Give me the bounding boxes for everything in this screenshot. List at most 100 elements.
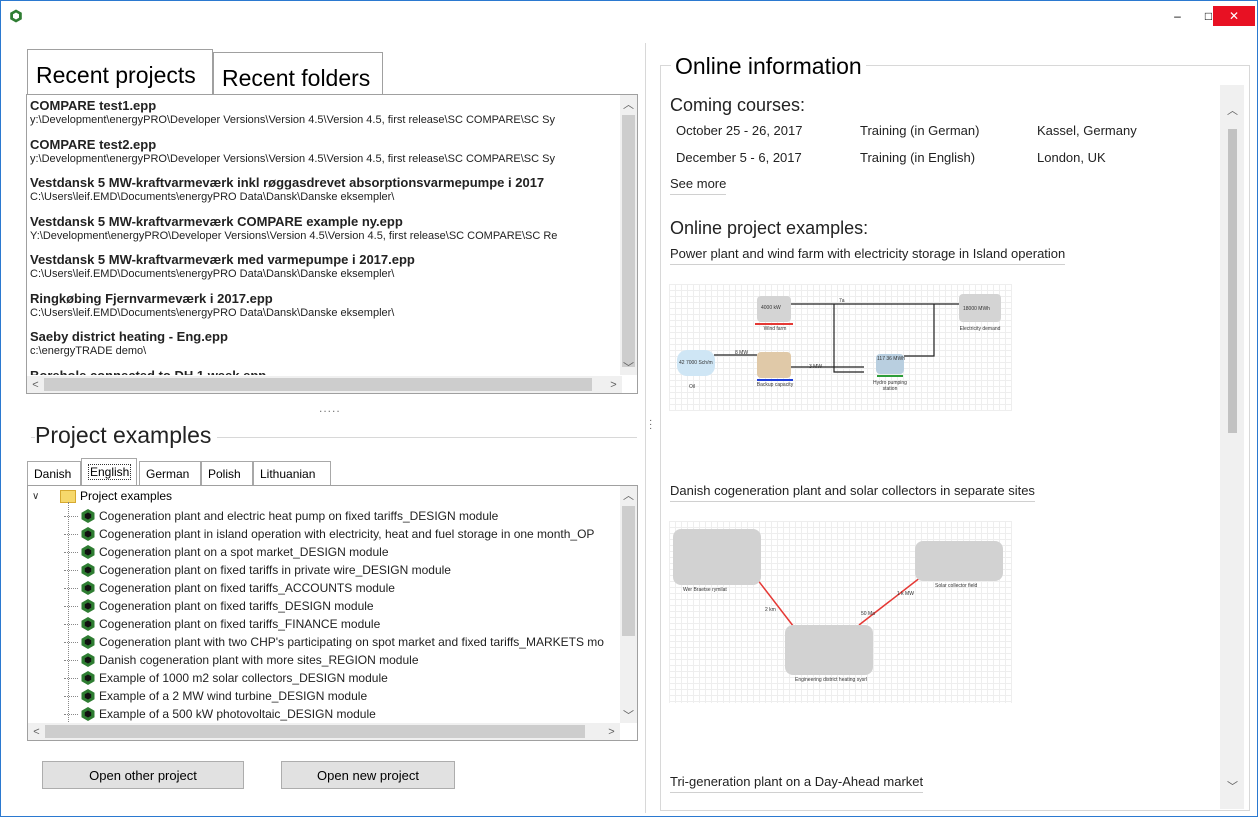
example-tree-item-label: Cogeneration plant and electric heat pum…	[99, 509, 499, 523]
district-heating-label: Engineering district heating sysrl	[795, 677, 867, 683]
energypro-file-icon	[81, 581, 95, 595]
energypro-file-icon	[81, 635, 95, 649]
online-vscroll-thumb[interactable]	[1228, 129, 1237, 433]
example-tree-item-label: Example of a 500 kW photovoltaic_DESIGN …	[99, 707, 376, 721]
scroll-left-icon[interactable]: <	[27, 376, 44, 393]
example-tree-item[interactable]: Cogeneration plant in island operation w…	[64, 525, 594, 543]
close-button[interactable]: ✕	[1213, 6, 1255, 26]
example-tree-item[interactable]: Cogeneration plant on fixed tariffs_DESI…	[64, 597, 374, 615]
recent-project-item[interactable]: Vestdansk 5 MW-kraftvarmeværk COMPARE ex…	[27, 214, 617, 253]
recent-project-item[interactable]: COMPARE test2.epp y:\Development\energyPR…	[27, 137, 617, 176]
recent-project-item[interactable]: Vestdansk 5 MW-kraftvarmeværk inkl røgga…	[27, 175, 617, 214]
scroll-up-icon[interactable]: ︿	[620, 486, 637, 503]
tree-connector	[64, 623, 78, 625]
tree-connector	[64, 569, 78, 571]
recent-hscrollbar[interactable]: < >	[27, 376, 622, 393]
energypro-file-icon	[81, 527, 95, 541]
recent-project-item[interactable]: Vestdansk 5 MW-kraftvarmeværk med varmep…	[27, 252, 617, 291]
example-link-power-wind[interactable]: Power plant and wind farm with electrici…	[670, 246, 1066, 265]
flow-value-right: 1 k MW	[897, 591, 914, 597]
example-tree-item[interactable]: Cogeneration plant on fixed tariffs_ACCO…	[64, 579, 395, 597]
recent-vscroll-thumb[interactable]	[622, 115, 635, 367]
scroll-down-icon[interactable]: ﹀	[620, 358, 637, 375]
example-tree-item[interactable]: Cogeneration plant on a spot market_DESI…	[64, 543, 389, 561]
scroll-down-icon[interactable]: ﹀	[1224, 777, 1241, 794]
example-tree-item[interactable]: Example of 1000 m2 solar collectors_DESI…	[64, 669, 388, 687]
diagram-power-wind[interactable]: 4000 kW Wind farm 18000 MWh Electricity …	[669, 284, 1012, 411]
minimize-button[interactable]: –	[1160, 1, 1195, 30]
example-link-trigeneration[interactable]: Tri-generation plant on a Day-Ahead mark…	[670, 774, 924, 793]
example-link-danish-cogeneration[interactable]: Danish cogeneration plant and solar coll…	[670, 483, 1035, 502]
example-tree-item-label: Cogeneration plant on fixed tariffs_DESI…	[99, 599, 374, 613]
example-tree-item-label: Cogeneration plant on fixed tariffs_ACCO…	[99, 581, 395, 595]
hydro-pumping-label: Hydro pumping station	[873, 380, 907, 392]
example-tree-item[interactable]: Cogeneration plant on fixed tariffs_FINA…	[64, 615, 380, 633]
wind-farm-value: 4000 kW	[761, 305, 781, 311]
chp-site-node[interactable]	[673, 529, 761, 585]
example-tree-item[interactable]: Cogeneration plant with two CHP's partic…	[64, 633, 604, 651]
recent-project-item[interactable]: Saeby district heating - Eng.epp c:\energ…	[27, 329, 617, 368]
tab-polish[interactable]: Polish	[201, 461, 253, 485]
tab-danish-label: Danish	[34, 467, 72, 481]
scroll-right-icon[interactable]: >	[603, 723, 620, 740]
solar-site-node[interactable]	[915, 541, 1003, 581]
example-tree-item-label: Cogeneration plant on fixed tariffs in p…	[99, 563, 451, 577]
course-place: Kassel, Germany	[1037, 123, 1137, 138]
course-type: Training (in German)	[860, 123, 980, 138]
tree-root[interactable]: ∨ Project examples	[32, 489, 172, 503]
scroll-left-icon[interactable]: <	[28, 723, 45, 740]
course-type: Training (in English)	[860, 150, 976, 165]
tree-connector	[64, 533, 78, 535]
chevron-down-icon[interactable]: ∨	[32, 491, 46, 502]
vertical-splitter[interactable]: · · ·	[649, 416, 652, 434]
recent-project-path: C:\Users\leif.EMD\Documents\energyPRO Da…	[30, 306, 395, 319]
energypro-file-icon	[81, 545, 95, 559]
tab-recent-projects[interactable]: Recent projects	[27, 49, 213, 96]
tree-hscrollbar[interactable]: < >	[28, 723, 620, 740]
see-more-link[interactable]: See more	[670, 176, 727, 195]
recent-project-path: C:\Users\leif.EMD\Documents\energyPRO Da…	[30, 191, 395, 203]
horizontal-splitter[interactable]: .....	[319, 401, 341, 415]
recent-project-item[interactable]: COMPARE test1.epp y:\Development\energyPR…	[27, 98, 617, 137]
recent-vscrollbar[interactable]: ︿ ﹀	[620, 95, 637, 375]
tree-vscrollbar[interactable]: ︿ ﹀	[620, 486, 637, 723]
backup-capacity-node[interactable]	[757, 352, 791, 378]
tree-vscroll-thumb[interactable]	[622, 506, 635, 636]
example-tree-item[interactable]: Cogeneration plant on fixed tariffs in p…	[64, 561, 451, 579]
tab-english[interactable]: English	[81, 458, 137, 485]
tab-danish[interactable]: Danish	[27, 461, 81, 485]
example-tree-item-label: Cogeneration plant in island operation w…	[99, 527, 595, 541]
recent-hscroll-thumb[interactable]	[44, 378, 592, 391]
energypro-file-icon	[81, 509, 95, 523]
wind-flow-value: 7a	[839, 298, 845, 304]
recent-project-item[interactable]: Ringkøbing Fjernvarmeværk i 2017.epp C:\U…	[27, 291, 617, 330]
online-vscrollbar[interactable]: ︿ ﹀	[1220, 85, 1244, 809]
example-tree-item-label: Cogeneration plant on fixed tariffs_FINA…	[99, 617, 381, 631]
energypro-file-icon	[81, 617, 95, 631]
energypro-file-icon	[81, 671, 95, 685]
open-other-project-button[interactable]: Open other project	[42, 761, 244, 789]
scroll-up-icon[interactable]: ︿	[620, 95, 637, 112]
course-date: December 5 - 6, 2017	[676, 150, 802, 165]
tab-german[interactable]: German	[139, 461, 201, 485]
diagram-danish-cogeneration[interactable]: Wer Braetse rymilat Solar collector fiel…	[669, 521, 1012, 703]
open-new-project-button[interactable]: Open new project	[281, 761, 455, 789]
electricity-demand-value: 18000 MWh	[963, 306, 990, 312]
scroll-right-icon[interactable]: >	[605, 376, 622, 393]
recent-project-item[interactable]: Borehole connected to DH 1 week.epp	[27, 368, 617, 376]
online-info-title: Online information	[671, 53, 866, 80]
recent-project-name: Vestdansk 5 MW-kraftvarmeværk inkl røgga…	[30, 175, 545, 190]
example-tree-item[interactable]: Example of a 500 kW photovoltaic_DESIGN …	[64, 705, 376, 723]
district-heating-node[interactable]	[785, 625, 873, 675]
example-tree-item[interactable]: Cogeneration plant and electric heat pum…	[64, 507, 498, 525]
scroll-up-icon[interactable]: ︿	[1224, 101, 1241, 118]
example-tree-item[interactable]: Example of a 2 MW wind turbine_DESIGN mo…	[64, 687, 367, 705]
scroll-down-icon[interactable]: ﹀	[620, 706, 637, 723]
wind-farm-label: Wind farm	[763, 326, 787, 332]
example-tree-item[interactable]: Danish cogeneration plant with more site…	[64, 651, 419, 669]
tab-lithuanian[interactable]: Lithuanian	[253, 461, 331, 485]
solar-site-label: Solar collector field	[935, 583, 978, 589]
example-tree-item-label: Example of a 2 MW wind turbine_DESIGN mo…	[99, 689, 368, 703]
tab-recent-folders[interactable]: Recent folders	[213, 52, 383, 96]
tree-hscroll-thumb[interactable]	[45, 725, 585, 738]
